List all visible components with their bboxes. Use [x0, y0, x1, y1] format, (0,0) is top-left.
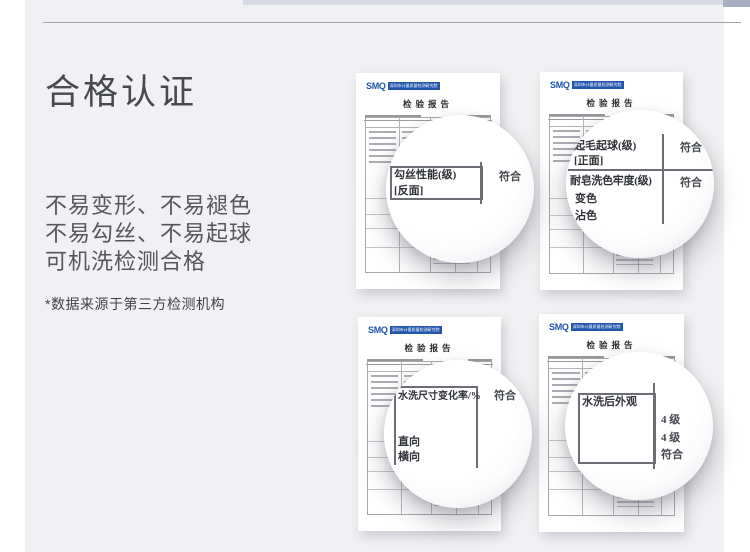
table-column-line [480, 162, 482, 204]
magnifier-lens-3: 水洗尺寸变化率/% 符合 直向 横向 [384, 360, 532, 508]
smq-org-name: 深圳市计量质量检测研究院 [571, 81, 624, 89]
report-title: 检验报告 [586, 98, 637, 108]
test-grade: 4 级 [661, 414, 681, 426]
test-result: 符合 [494, 390, 516, 402]
top-divider-line [43, 22, 741, 23]
smq-logo-row: SMQ 深圳市计量质量检测研究院 [549, 322, 684, 332]
test-item-label: 水洗尺寸变化率/% [398, 391, 481, 402]
report-title: 检验报告 [404, 343, 455, 353]
test-item-label: 起毛起球(级) [574, 140, 637, 152]
top-strip-end [723, 0, 750, 7]
smq-logo-row: SMQ 深圳市计量质量检测研究院 [368, 325, 501, 335]
magnifier-lens-4: 水洗后外观 4 级 4 级 符合 [565, 352, 713, 500]
test-sub-label: 沾色 [575, 210, 597, 222]
table-cell-left-line [394, 387, 396, 465]
test-result: 符合 [680, 142, 702, 154]
test-item-label: 水洗后外观 [582, 396, 637, 408]
feature-line: 不易勾丝、不易起球 [45, 221, 253, 246]
smq-logo-row: SMQ 深圳市计量质量检测研究院 [366, 81, 500, 91]
test-item-label: 勾丝性能(级) [394, 169, 457, 181]
feature-list: 不易变形、不易褪色 不易勾丝、不易起球 可机洗检测合格 [45, 192, 252, 276]
report-title: 检验报告 [586, 340, 637, 350]
test-result: 符合 [499, 171, 521, 183]
test-grade: 4 级 [661, 432, 681, 444]
data-source-note: *数据来源于第三方检测机构 [45, 296, 225, 312]
table-column-line [653, 383, 655, 469]
smq-org-name: 深圳市计量质量检测研究院 [387, 82, 440, 90]
smq-logo-row: SMQ 深圳市计量质量检测研究院 [550, 80, 683, 90]
smq-logo: SMQ [366, 80, 386, 91]
smq-logo: SMQ [368, 324, 388, 335]
magnifier-lens-1: 勾丝性能(级) [反面] 符合 [386, 115, 534, 263]
smq-org-name: 深圳市计量质量检测研究院 [389, 326, 442, 334]
top-strip [243, 0, 724, 5]
feature-line: 不易变形、不易褪色 [45, 193, 253, 218]
test-result: 符合 [680, 177, 702, 189]
test-direction-label: 直向 [398, 436, 420, 448]
test-side-label: [反面] [394, 185, 424, 197]
feature-line: 可机洗检测合格 [45, 249, 207, 274]
test-item-label: 耐皂洗色牢度(级) [570, 175, 652, 187]
table-column-line [662, 134, 664, 224]
test-direction-label: 横向 [398, 451, 420, 463]
test-side-label: [正面] [574, 155, 604, 167]
section-title: 合格认证 [45, 73, 198, 112]
table-row-line [568, 169, 714, 171]
smq-org-name: 深圳市计量质量检测研究院 [570, 323, 623, 331]
smq-logo: SMQ [549, 321, 569, 332]
magnifier-lens-2: 起毛起球(级) [正面] 符合 耐皂洗色牢度(级) 变色 沾色 符合 [566, 110, 714, 258]
report-title: 检验报告 [402, 99, 453, 109]
test-sub-label: 变色 [575, 193, 597, 205]
smq-logo: SMQ [550, 79, 570, 90]
test-result: 符合 [661, 449, 683, 461]
table-row-line [394, 386, 478, 388]
